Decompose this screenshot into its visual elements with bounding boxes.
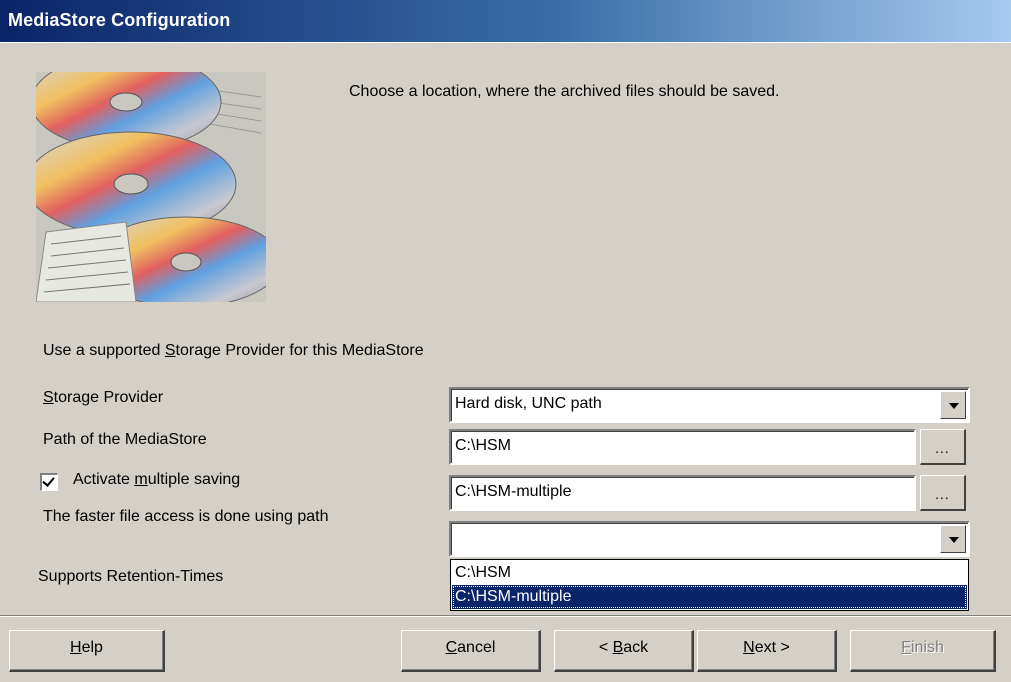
multiple-saving-checkbox[interactable] [40, 473, 58, 491]
storage-provider-select[interactable]: Hard disk, UNC path [449, 387, 970, 423]
path-value: C:\HSM [455, 437, 511, 454]
back-prefix: < [598, 639, 613, 656]
provider-heading-prefix: Use a supported [43, 342, 165, 359]
storage-provider-label-rest: torage Provider [53, 389, 164, 406]
cancel-button[interactable]: Cancel [401, 630, 541, 672]
window-title: MediaStore Configuration [8, 10, 231, 30]
dropdown-arrow-icon[interactable] [940, 525, 966, 553]
multiple-path-browse-button[interactable]: ... [920, 475, 966, 511]
next-button[interactable]: Next > [697, 630, 837, 672]
provider-heading-rest: torage Provider for this MediaStore [175, 342, 424, 359]
multiple-saving-label[interactable]: Activate multiple saving [73, 471, 240, 489]
multiple-saving-label-rest: ultiple saving [147, 471, 241, 488]
back-button-label: < Back [599, 639, 648, 656]
dropdown-option-selected[interactable]: C:\HSM-multiple [452, 585, 967, 609]
path-input[interactable]: C:\HSM [449, 429, 916, 465]
faster-access-dropdown-list[interactable]: C:\HSM C:\HSM-multiple [450, 559, 969, 611]
help-button-label: Help [70, 639, 103, 656]
dropdown-arrow-icon[interactable] [940, 391, 966, 419]
provider-section-heading: Use a supported Storage Provider for thi… [43, 342, 424, 360]
provider-heading-accel: S [164, 342, 176, 359]
cancel-rest: ancel [457, 639, 496, 656]
help-button[interactable]: Help [9, 630, 165, 672]
faster-access-select[interactable] [449, 521, 970, 557]
storage-provider-value: Hard disk, UNC path [455, 395, 602, 412]
help-accel: H [70, 639, 82, 656]
faster-access-label: The faster file access is done using pat… [43, 508, 329, 525]
multiple-saving-label-accel: m [134, 471, 148, 488]
path-browse-label: ... [935, 440, 950, 456]
separator [0, 615, 1011, 617]
multiple-saving-label-prefix: Activate [73, 471, 135, 488]
multiple-path-browse-label: ... [935, 486, 950, 502]
back-rest: ack [623, 639, 649, 656]
next-rest: ext > [754, 639, 790, 656]
retention-label: Supports Retention-Times [38, 568, 224, 585]
cancel-accel: C [445, 639, 458, 656]
path-label: Path of the MediaStore [43, 431, 207, 448]
finish-rest: inish [910, 639, 944, 656]
multiple-path-input[interactable]: C:\HSM-multiple [449, 475, 916, 511]
path-browse-button[interactable]: ... [920, 429, 966, 465]
dropdown-option[interactable]: C:\HSM [452, 561, 967, 585]
cancel-button-label: Cancel [446, 639, 496, 656]
intro-text: Choose a location, where the archived fi… [349, 83, 780, 100]
next-accel: N [743, 639, 755, 656]
next-button-label: Next > [743, 639, 790, 656]
back-button[interactable]: < Back [554, 630, 694, 672]
storage-provider-label-accel: S [43, 389, 54, 406]
multiple-path-value: C:\HSM-multiple [455, 483, 572, 500]
help-rest: elp [81, 639, 103, 656]
finish-button[interactable]: Finish [850, 630, 996, 672]
back-accel: B [612, 639, 624, 656]
storage-provider-label: Storage Provider [43, 389, 163, 407]
cd-disc-artwork [36, 72, 266, 302]
finish-accel: F [901, 639, 911, 656]
title-bar[interactable]: MediaStore Configuration [0, 0, 1011, 43]
finish-button-label: Finish [901, 639, 944, 656]
